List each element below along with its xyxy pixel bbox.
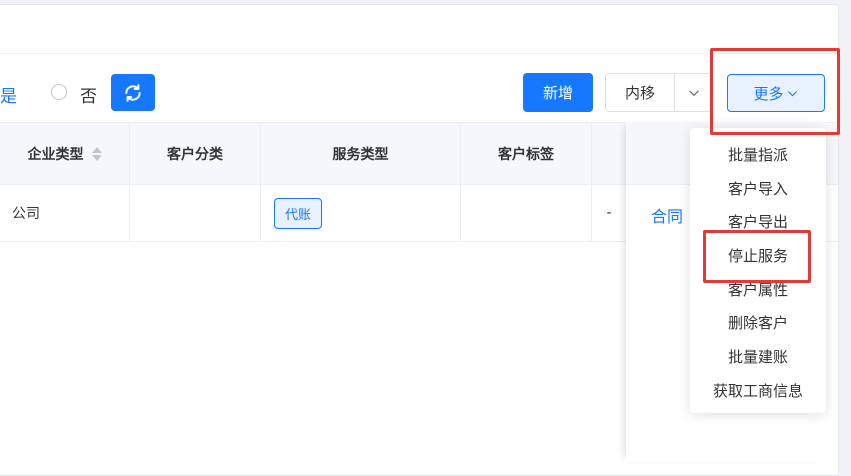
column-header-service-type: 服务类型 [261, 123, 461, 184]
refresh-button[interactable] [111, 74, 155, 111]
cell-extra: - [606, 205, 612, 221]
sort-icon[interactable] [91, 146, 102, 161]
cell-service-type: 代账 [261, 185, 461, 241]
column-header-extra [592, 123, 626, 184]
menu-item-customer-import[interactable]: 客户导入 [690, 171, 826, 205]
add-button[interactable]: 新增 [523, 73, 593, 112]
service-tag: 代账 [274, 197, 323, 229]
column-header-label: 企业类型 [27, 146, 84, 163]
refresh-icon [125, 83, 141, 102]
menu-item-delete-customer[interactable]: 删除客户 [690, 305, 826, 339]
move-in-split-button: 内移 [605, 73, 713, 112]
menu-item-batch-assign[interactable]: 批量指派 [690, 137, 826, 171]
highlight-box-more [710, 48, 840, 135]
column-header-customer-tag: 客户标签 [461, 123, 592, 184]
column-header-enterprise-type[interactable]: 企业类型 [0, 123, 130, 184]
column-header-customer-category: 客户分类 [130, 123, 261, 184]
radio-yes-label[interactable]: 是 [0, 82, 17, 107]
menu-item-fetch-business-info[interactable]: 获取工商信息 [690, 373, 826, 407]
contract-link[interactable]: 合同 [651, 203, 683, 227]
cell-customer-tag [461, 185, 592, 241]
move-in-dropdown-toggle[interactable] [675, 74, 712, 111]
cell-customer-category [130, 185, 261, 241]
cell-enterprise-type: 公司 [0, 185, 130, 241]
radio-no-button[interactable] [51, 84, 67, 100]
highlight-box-stop-service [703, 230, 811, 283]
move-in-button[interactable]: 内移 [606, 74, 675, 111]
menu-item-batch-create-account[interactable]: 批量建账 [690, 339, 826, 373]
chevron-down-icon [688, 90, 699, 96]
radio-no-label[interactable]: 否 [80, 82, 97, 107]
